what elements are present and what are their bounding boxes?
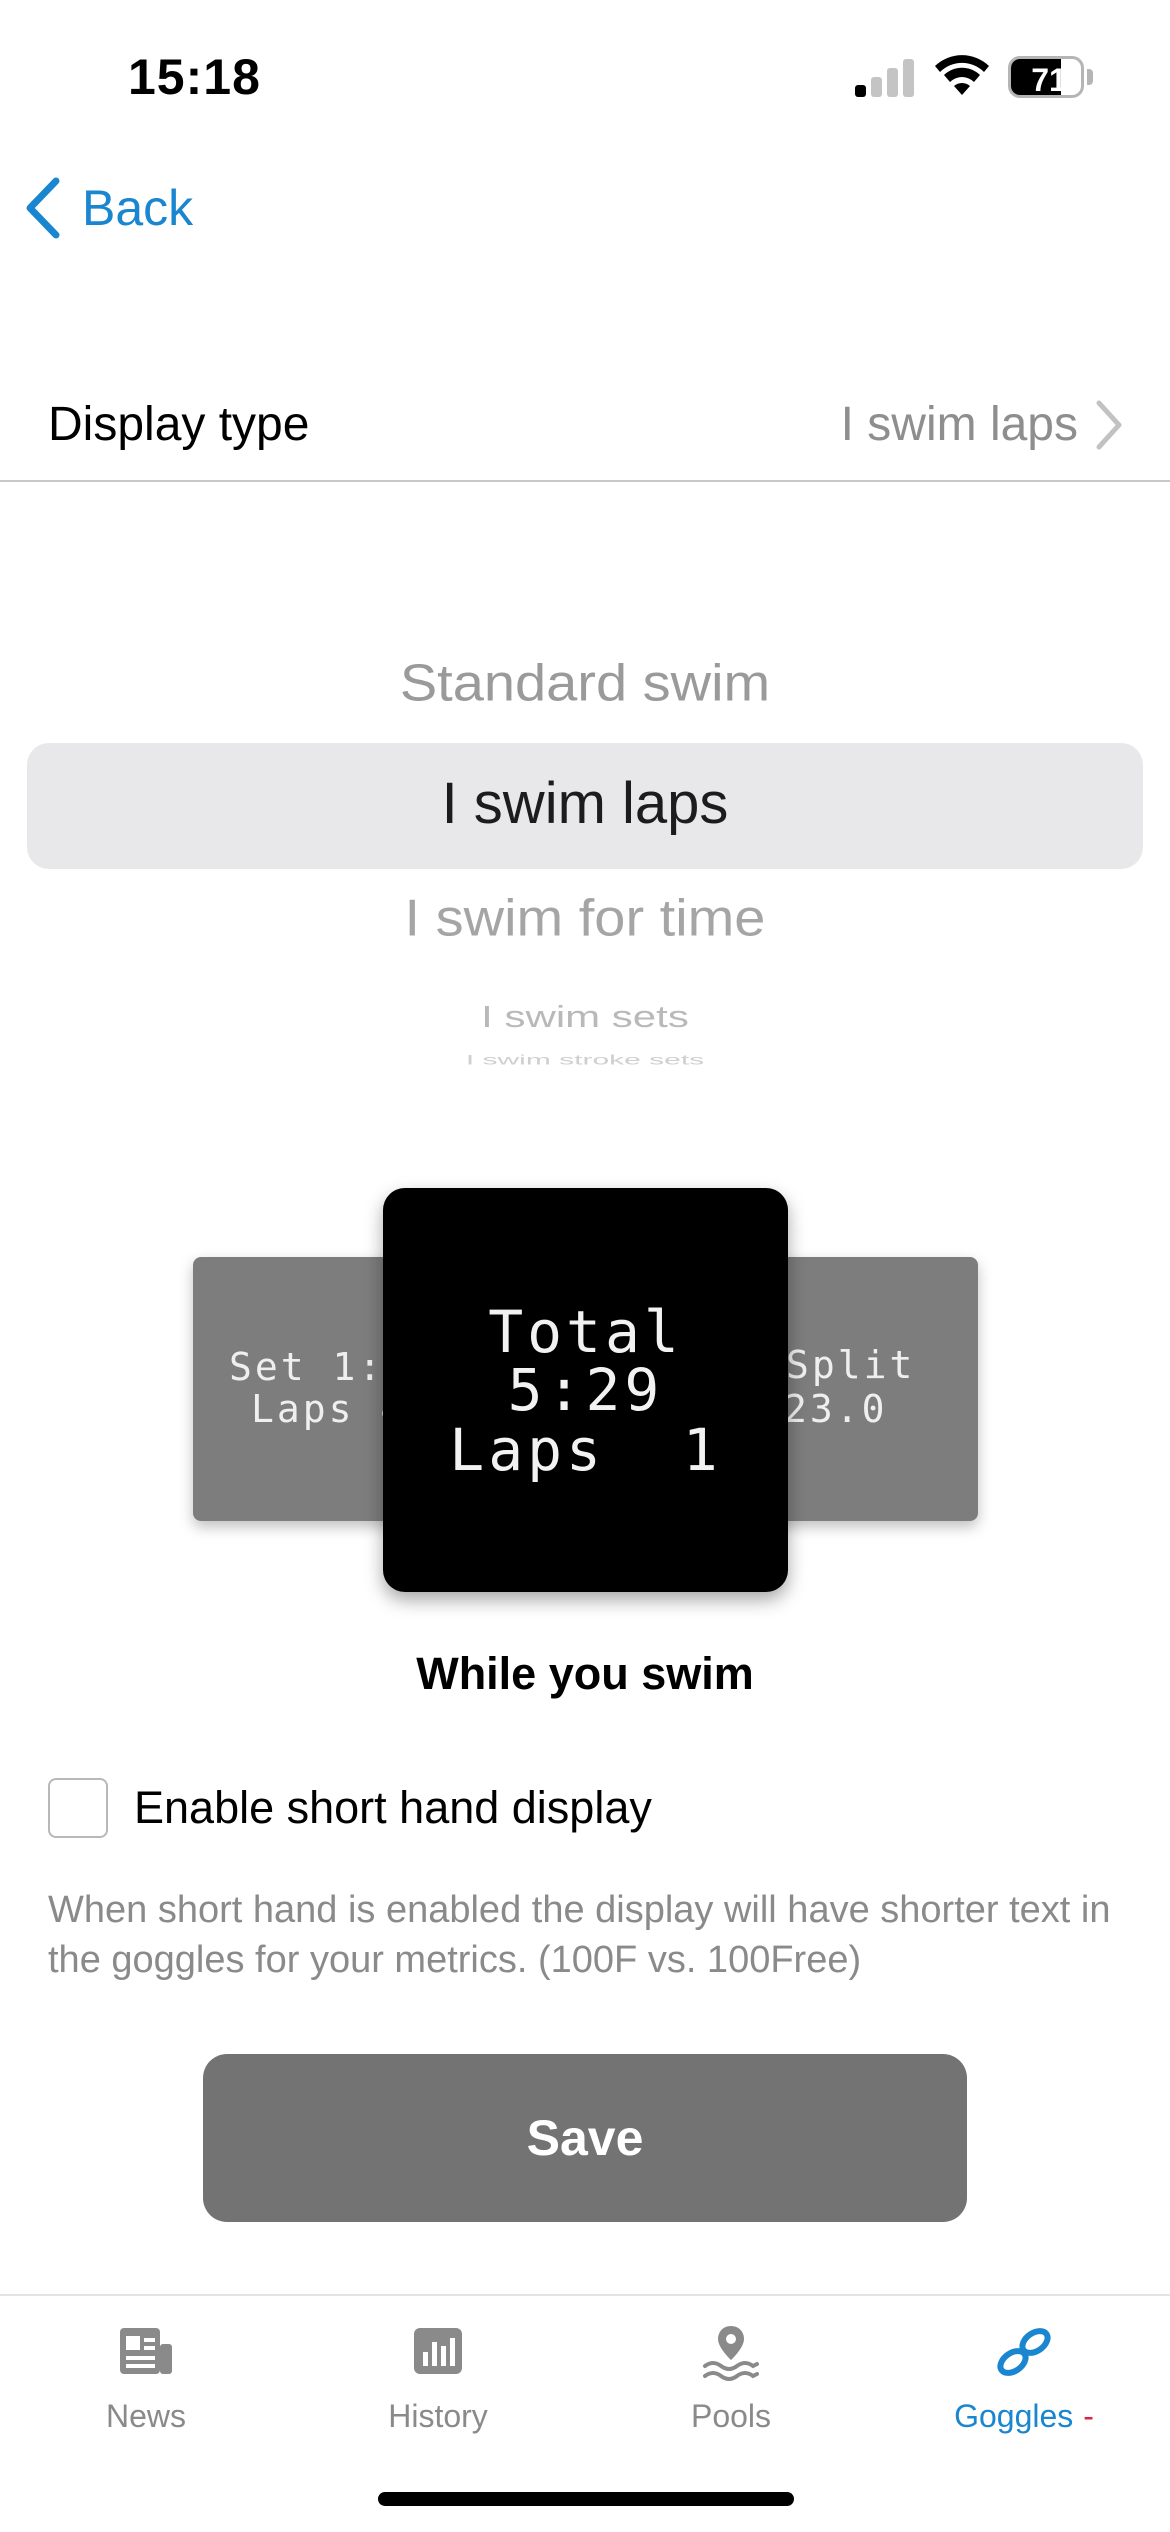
picker-option[interactable]: I swim stroke sets [0,1053,1170,1066]
tab-label: News [105,2398,186,2434]
shorthand-checkbox[interactable] [48,1778,108,1838]
battery-percent: 71 [1031,62,1067,98]
chevron-right-icon [1096,400,1122,450]
shorthand-label: Enable short hand display [134,1782,652,1833]
tab-label: Pools [690,2398,772,2434]
display-type-label: Display type [48,397,310,451]
link-icon [997,2328,1051,2376]
back-button[interactable]: Back [22,170,193,246]
preview-main-line: Laps 1 [449,1416,722,1484]
wifi-icon [935,55,989,95]
save-button[interactable]: Save [203,2054,967,2222]
display-type-row[interactable]: Display type I swim laps [0,368,1170,482]
preview-caption: While you swim [416,1648,754,1699]
picker-option[interactable]: Standard swim [0,653,1170,713]
display-type-value: I swim laps [840,397,1078,451]
home-indicator [378,2492,794,2506]
preview-right-line: Split [786,1343,916,1387]
preview-main-line: 5:29 [507,1356,664,1424]
shorthand-description: When short hand is enabled the display w… [48,1889,1111,1981]
tab-pools[interactable]: Pools [585,2296,877,2446]
tab-news[interactable]: News [0,2296,292,2446]
goggle-display-preview: Set 1:2 Laps 4 Split 23.0 Total 5:29 Lap… [0,1180,1170,1600]
status-bar: 15:18 71 [0,0,1170,150]
news-icon [120,2328,172,2374]
tab-label: Goggles - [954,2398,1094,2434]
display-type-picker[interactable]: Standard swim I swim laps I swim for tim… [0,640,1170,1080]
pool-location-icon [703,2326,759,2381]
cellular-signal-icon [855,57,915,97]
back-label: Back [82,180,194,236]
preview-screen-main: Total 5:29 Laps 1 [383,1188,788,1592]
chart-icon [414,2328,462,2374]
preview-right-line: 23.0 [784,1387,888,1431]
chevron-left-icon [26,177,60,239]
shorthand-toggle[interactable]: Enable short hand display [48,1778,652,1838]
picker-option[interactable]: I swim sets [0,1000,1170,1035]
battery-icon: 71 [1008,56,1093,98]
tab-goggles[interactable]: Goggles - [878,2296,1170,2446]
picker-option[interactable]: I swim for time [0,888,1170,948]
status-time: 15:18 [128,49,261,105]
tab-label: History [388,2398,488,2434]
picker-option-selected[interactable]: I swim laps [0,770,1170,837]
tab-history[interactable]: History [292,2296,584,2446]
tab-badge: - [1083,2398,1094,2434]
